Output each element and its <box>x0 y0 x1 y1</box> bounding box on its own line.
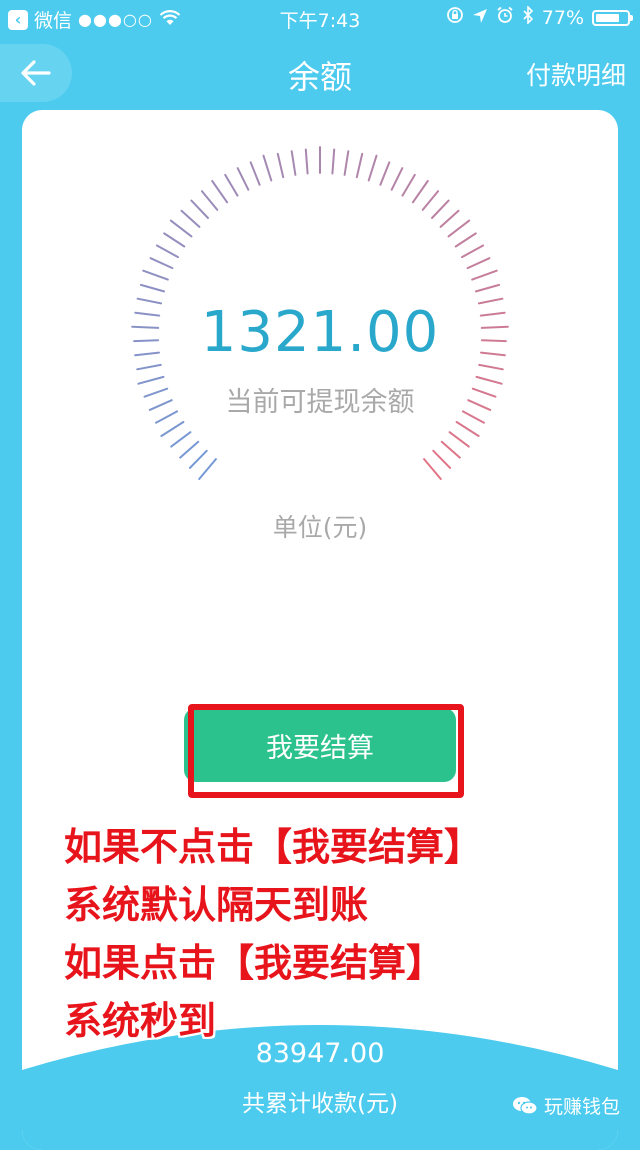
dial-tick <box>190 199 209 219</box>
dial-tick <box>461 244 485 259</box>
dial-tick <box>379 161 391 186</box>
annotation-line: 如果点击【我要结算】 <box>64 941 445 985</box>
annotation-line: 系统秒到 <box>64 999 217 1043</box>
dial-tick <box>431 199 450 219</box>
annotation-line: 系统默认隔天到账 <box>64 883 369 927</box>
dial-tick <box>439 209 460 228</box>
dial-tick <box>142 269 169 281</box>
location-icon <box>472 7 488 29</box>
battery-percent: 77% <box>541 6 584 29</box>
status-right: 77% <box>446 5 633 29</box>
dial-tick <box>211 180 229 204</box>
dial-tick <box>262 154 273 182</box>
dial-tick <box>466 257 491 270</box>
dial-tick <box>136 363 162 371</box>
dial-tick <box>139 283 165 293</box>
dial-tick <box>411 180 429 204</box>
dial-tick <box>198 458 217 480</box>
dial-tick <box>155 244 179 259</box>
dial-tick <box>454 232 477 248</box>
unit-label: 单位(元) <box>272 513 368 542</box>
dial-tick <box>423 458 442 480</box>
watermark: 玩赚钱包 <box>512 1092 620 1119</box>
dial-tick <box>367 154 378 182</box>
dial-tick <box>343 150 350 176</box>
dial-tick <box>471 269 498 281</box>
balance-label: 当前可提现余额 <box>225 387 415 418</box>
watermark-text: 玩赚钱包 <box>543 1096 620 1118</box>
dial-tick <box>304 148 309 175</box>
dial-tick <box>160 421 185 437</box>
dial-tick <box>432 449 452 469</box>
dial-tick <box>170 431 192 448</box>
settle-button[interactable]: 我要结算 <box>184 708 456 782</box>
dial-tick <box>224 173 239 197</box>
dial-tick <box>390 167 404 191</box>
dial-tick <box>401 173 416 197</box>
payment-details-link[interactable]: 付款明细 <box>526 56 626 92</box>
dial-tick <box>331 148 336 175</box>
balance-amount: 1321.00 <box>200 300 440 365</box>
dial-tick <box>149 257 174 270</box>
alarm-icon <box>496 6 514 29</box>
wechat-icon <box>512 1096 538 1115</box>
battery-icon <box>592 9 633 26</box>
bluetooth-icon <box>522 5 534 29</box>
status-bar: ‹ 微信 ●●●○○ 下午7:43 77% <box>0 0 640 36</box>
dial-tick <box>188 449 208 469</box>
dial-tick <box>179 440 200 459</box>
dial-tick <box>421 190 439 211</box>
annotation-overlay: 如果不点击【我要结算】 系统默认隔天到账 如果点击【我要结算】 系统秒到 <box>64 818 584 1050</box>
dial-tick <box>249 161 261 186</box>
dial-tick <box>290 150 297 176</box>
dial-tick <box>236 167 250 191</box>
dial-tick <box>355 152 364 179</box>
dial-tick <box>201 190 219 211</box>
dial-tick <box>455 421 480 437</box>
dial-tick <box>448 431 470 448</box>
dial-tick <box>163 232 186 248</box>
annotation-line: 如果不点击【我要结算】 <box>64 825 483 869</box>
dial-tick <box>475 283 501 293</box>
dial-tick <box>180 209 201 228</box>
dial-tick <box>447 219 471 238</box>
dial-tick <box>440 440 461 459</box>
dial-tick <box>169 219 193 238</box>
lock-rotation-icon <box>446 6 464 29</box>
dial-tick <box>276 152 285 179</box>
dial-tick <box>478 363 504 371</box>
